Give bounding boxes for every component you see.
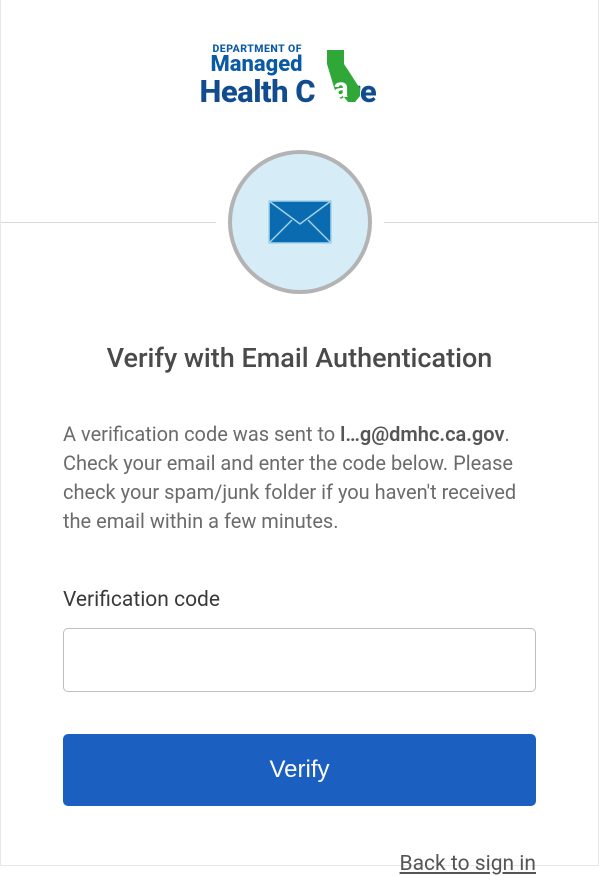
california-shape-icon: a	[324, 50, 360, 102]
verify-button[interactable]: Verify	[63, 734, 536, 806]
masked-email: l…g@dmhc.ca.gov	[340, 422, 504, 446]
logo-state-letter: a	[334, 74, 349, 102]
email-icon-circle	[228, 150, 372, 294]
dmhc-logo: DEPARTMENT OF Managed Health Cre a	[200, 42, 400, 112]
logo-container: DEPARTMENT OF Managed Health Cre a	[1, 0, 598, 116]
main-content: Verify with Email Authentication A verif…	[1, 342, 598, 876]
envelope-icon	[268, 200, 332, 244]
instruction-text: A verification code was sent to l…g@dmhc…	[63, 420, 536, 536]
header-divider	[1, 148, 598, 296]
desc-prefix: A verification code was sent to	[63, 422, 340, 446]
back-to-sign-in-link[interactable]: Back to sign in	[400, 852, 536, 876]
verification-code-label: Verification code	[63, 588, 536, 612]
page-title: Verify with Email Authentication	[63, 342, 536, 374]
verification-code-input[interactable]	[63, 628, 536, 692]
